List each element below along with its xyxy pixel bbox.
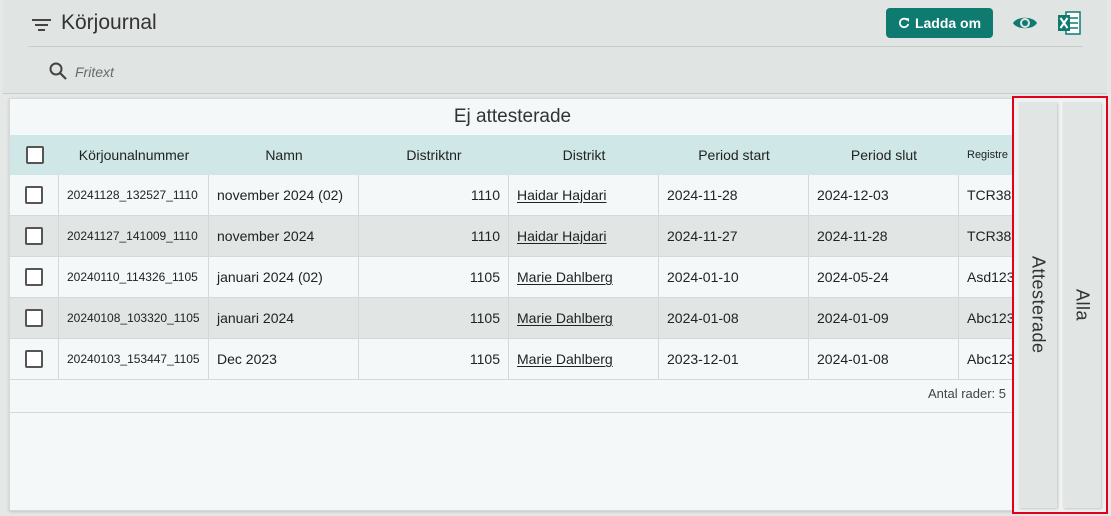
distrikt-link[interactable]: Haidar Hajdari bbox=[517, 187, 606, 203]
cell-distriktnr: 1110 bbox=[359, 175, 509, 215]
cell-korjournalnummer: 20240110_114326_1105 bbox=[59, 257, 209, 297]
cell-korjournalnummer: 20240103_153447_1105 bbox=[59, 339, 209, 379]
excel-icon[interactable] bbox=[1057, 10, 1081, 36]
distrikt-link[interactable]: Marie Dahlberg bbox=[517, 269, 613, 285]
status-tab-panel: Attesterade Alla bbox=[1012, 96, 1108, 514]
cell-period-start: 2024-01-08 bbox=[659, 298, 809, 338]
cell-korjournalnummer: 20241128_132527_1110 bbox=[59, 175, 209, 215]
cell-period-start: 2024-01-10 bbox=[659, 257, 809, 297]
distrikt-link[interactable]: Haidar Hajdari bbox=[517, 228, 606, 244]
cell-namn: Dec 2023 bbox=[209, 339, 359, 379]
cell-namn: januari 2024 (02) bbox=[209, 257, 359, 297]
cell-distriktnr: 1105 bbox=[359, 298, 509, 338]
cell-namn: november 2024 bbox=[209, 216, 359, 256]
tab-alla-label: Alla bbox=[1072, 288, 1093, 321]
column-header-distriktnr[interactable]: Distriktnr bbox=[359, 135, 509, 175]
cell-registreringsnummer: TCR380 bbox=[967, 187, 1018, 203]
cell-distrikt: Haidar Hajdari bbox=[509, 216, 659, 256]
cell-distriktnr: 1105 bbox=[359, 257, 509, 297]
tab-attesterade-label: Attesterade bbox=[1028, 256, 1049, 354]
table-row[interactable]: 20240108_103320_1105 januari 2024 1105 M… bbox=[10, 298, 1018, 339]
row-checkbox[interactable] bbox=[25, 309, 43, 327]
cell-distrikt: Haidar Hajdari bbox=[509, 175, 659, 215]
search-input[interactable] bbox=[73, 60, 477, 84]
row-select-cell bbox=[10, 216, 59, 256]
table-row[interactable]: 20240110_114326_1105 januari 2024 (02) 1… bbox=[10, 257, 1018, 298]
column-header-period-start[interactable]: Period start bbox=[659, 135, 809, 175]
cell-period-slut: 2024-01-09 bbox=[809, 298, 959, 338]
refresh-icon bbox=[898, 17, 910, 28]
table-row[interactable]: 20241127_141009_1110 november 2024 1110 … bbox=[10, 216, 1018, 257]
panel-title: Ej attesterade bbox=[453, 106, 572, 127]
cell-distrikt: Marie Dahlberg bbox=[509, 339, 659, 379]
cell-period-start: 2023-12-01 bbox=[659, 339, 809, 379]
row-checkbox[interactable] bbox=[25, 350, 43, 368]
filter-list-icon[interactable] bbox=[31, 16, 53, 34]
tab-attesterade[interactable]: Attesterade bbox=[1019, 102, 1057, 508]
cell-period-slut: 2024-05-24 bbox=[809, 257, 959, 297]
row-select-cell bbox=[10, 298, 59, 338]
cell-registreringsnummer: Asd123 bbox=[967, 269, 1015, 285]
cell-period-start: 2024-11-27 bbox=[659, 216, 809, 256]
header-select-cell bbox=[10, 135, 59, 175]
cell-distrikt: Marie Dahlberg bbox=[509, 298, 659, 338]
row-select-cell bbox=[10, 339, 59, 379]
distrikt-link[interactable]: Marie Dahlberg bbox=[517, 310, 613, 326]
cell-registreringsnummer: Abc123 bbox=[967, 351, 1015, 367]
row-checkbox[interactable] bbox=[25, 227, 43, 245]
row-count: Antal rader: 5 bbox=[927, 386, 1006, 401]
column-header-korjounalnummer[interactable]: Körjounalnummer bbox=[59, 135, 209, 175]
reload-label: Ladda om bbox=[914, 15, 982, 31]
cell-namn: november 2024 (02) bbox=[209, 175, 359, 215]
cell-registreringsnummer: TCR380 bbox=[967, 228, 1018, 244]
cell-period-slut: 2024-12-03 bbox=[809, 175, 959, 215]
column-header-distrikt[interactable]: Distrikt bbox=[509, 135, 659, 175]
distrikt-link[interactable]: Marie Dahlberg bbox=[517, 351, 613, 367]
reload-button[interactable]: Ladda om bbox=[886, 8, 993, 38]
column-header-period-slut[interactable]: Period slut bbox=[809, 135, 959, 175]
cell-korjournalnummer: 20240108_103320_1105 bbox=[59, 298, 209, 338]
column-header-registreringsnummer[interactable]: Registre bbox=[959, 135, 1018, 175]
cell-korjournalnummer: 20241127_141009_1110 bbox=[59, 216, 209, 256]
eye-icon[interactable] bbox=[1012, 13, 1038, 33]
cell-namn: januari 2024 bbox=[209, 298, 359, 338]
cell-distrikt: Marie Dahlberg bbox=[509, 257, 659, 297]
cell-distriktnr: 1105 bbox=[359, 339, 509, 379]
table-row[interactable]: 20240103_153447_1105 Dec 2023 1105 Marie… bbox=[10, 339, 1018, 380]
row-select-cell bbox=[10, 257, 59, 297]
select-all-checkbox[interactable] bbox=[25, 146, 44, 164]
cell-registreringsnummer: Abc123 bbox=[967, 310, 1015, 326]
column-header-namn[interactable]: Namn bbox=[209, 135, 359, 175]
table-header: Körjounalnummer Namn Distriktnr Distrikt… bbox=[10, 135, 1018, 175]
cell-distriktnr: 1110 bbox=[359, 216, 509, 256]
cell-period-slut: 2024-01-08 bbox=[809, 339, 959, 379]
cell-period-start: 2024-11-28 bbox=[659, 175, 809, 215]
app-header: Körjournal Ladda om bbox=[3, 0, 1107, 94]
search-icon bbox=[49, 62, 67, 80]
header-divider bbox=[28, 46, 1083, 47]
table-row[interactable]: 20241128_132527_1110 november 2024 (02) … bbox=[10, 175, 1018, 216]
tab-alla[interactable]: Alla bbox=[1063, 102, 1101, 508]
row-checkbox[interactable] bbox=[25, 268, 43, 286]
row-checkbox[interactable] bbox=[25, 186, 43, 204]
journal-table: Körjounalnummer Namn Distriktnr Distrikt… bbox=[10, 135, 1018, 380]
row-select-cell bbox=[10, 175, 59, 215]
cell-period-slut: 2024-11-28 bbox=[809, 216, 959, 256]
ej-attesterade-panel: Ej attesterade Körjounalnummer Namn Dist… bbox=[9, 98, 1019, 511]
table-footer-divider bbox=[10, 412, 1018, 413]
page-title: Körjournal bbox=[61, 11, 157, 34]
